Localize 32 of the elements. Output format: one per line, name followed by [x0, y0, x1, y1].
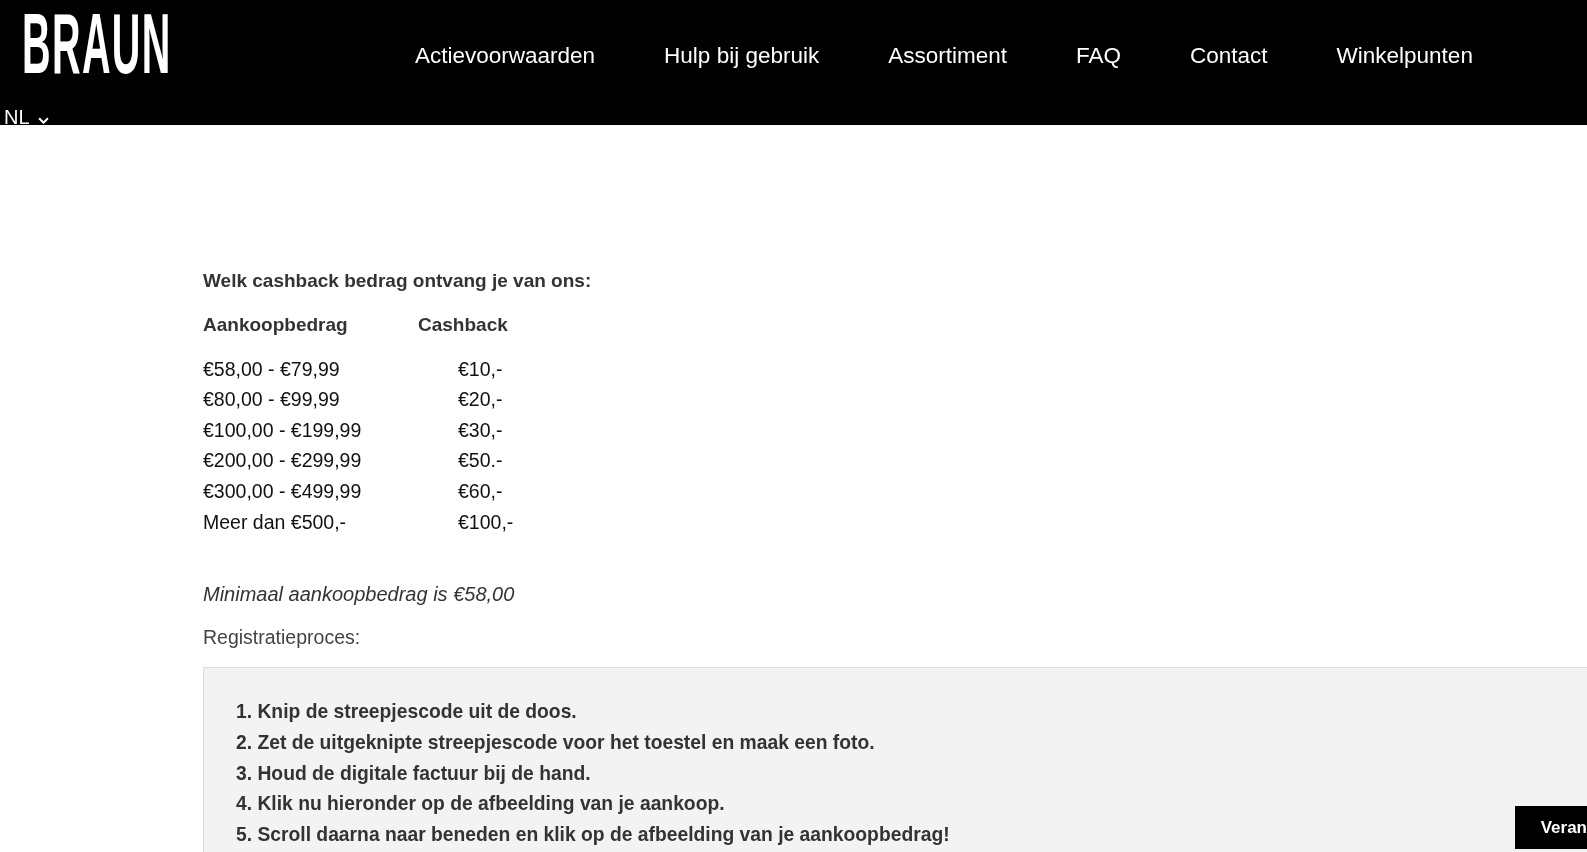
table-cell-text: €10,- — [458, 356, 503, 382]
column-header: Cashback — [418, 313, 508, 337]
table-cell-text: €58,00 - €79,99 — [203, 356, 340, 382]
table-cell-text: €300,00 - €499,99 — [203, 478, 362, 504]
process-label: Registratieproces: — [203, 625, 361, 651]
nav-link[interactable]: Winkelpunten — [1336, 42, 1473, 70]
table-cell-text: €80,00 - €99,99 — [203, 387, 340, 413]
table-cell-text: €100,00 - €199,99 — [203, 417, 362, 443]
table-cell-text: €20,- — [458, 387, 503, 413]
nav-link[interactable]: Hulp bij gebruik — [664, 42, 820, 70]
column-header: Aankoopbedrag — [203, 313, 348, 337]
nav-link[interactable]: FAQ — [1076, 42, 1121, 70]
table-cell-text: Meer dan €500,- — [203, 509, 347, 535]
step-text: 3. Houd de digitale factuur bij de hand. — [236, 761, 591, 786]
step-text: 5. Scroll daarna naar beneden en klik op de afbeelding van je aankoopbedrag! — [236, 822, 950, 847]
language-dropdown[interactable]: NL — [4, 109, 49, 125]
step-text: 1. Knip de streepjescode uit de doos. — [236, 700, 577, 725]
chevron-down-icon — [37, 117, 49, 124]
step-text: 4. Klik nu hieronder op de afbeelding van je aankoop. — [236, 792, 725, 817]
nav-link[interactable]: Actievoorwaarden — [415, 42, 596, 70]
nav-link[interactable]: Assortiment — [888, 42, 1007, 70]
floating-button[interactable]: Veran — [1514, 806, 1587, 849]
table-cell-text: €60,- — [458, 478, 503, 504]
table-cell-text: €50.- — [458, 448, 503, 474]
table-cell-text: €100,- — [458, 509, 514, 535]
brand-logo[interactable]: BRAUN — [22, 12, 172, 74]
step-text: 2. Zet de uitgeknipte streepjescode voor het toestel en maak een foto. — [236, 730, 875, 755]
table-cell-text: €30,- — [458, 417, 503, 443]
nav-link[interactable]: Contact — [1190, 42, 1268, 70]
table-cell-text: €200,00 - €299,99 — [203, 448, 362, 474]
minimum-note: Minimaal aankoopbedrag is €58,00 — [203, 582, 515, 608]
section-heading: Welk cashback bedrag ontvang je van ons: — [203, 269, 592, 293]
